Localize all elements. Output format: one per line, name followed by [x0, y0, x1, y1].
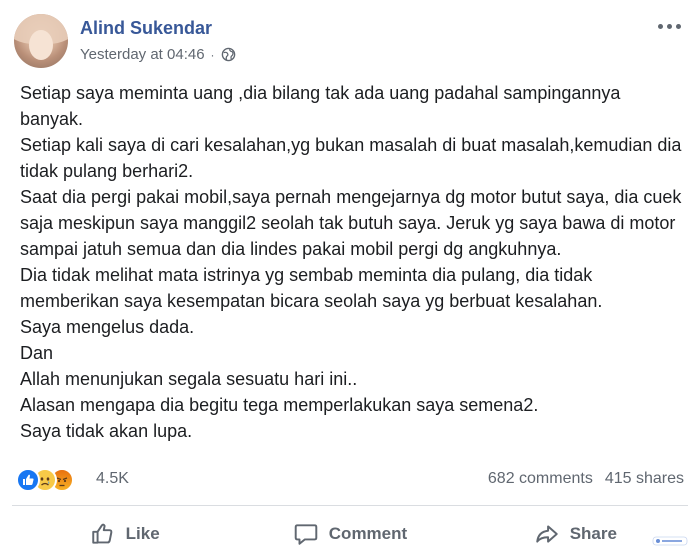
post-stats: 682 comments 415 shares [488, 470, 684, 488]
shares-count[interactable]: 415 shares [605, 470, 684, 488]
post-meta: Yesterday at 04:46 · [80, 46, 236, 63]
post-line: Allah menunjukan segala sesuatu hari ini… [20, 369, 358, 389]
post-line: Saya tidak akan lupa. [20, 421, 193, 441]
thumbs-up-icon [91, 523, 112, 544]
reaction-icons[interactable] [16, 468, 96, 492]
action-bar: Like Comment Share [12, 512, 688, 556]
post-line: Saat dia pergi pakai mobil,saya pernah m… [20, 187, 687, 259]
post-line: Alasan mengapa dia begitu tega memperlak… [20, 395, 539, 415]
comment-button[interactable]: Comment [237, 514, 462, 554]
share-label: Share [569, 524, 617, 543]
reaction-count[interactable]: 4.5K [96, 470, 129, 488]
avatar[interactable] [14, 14, 68, 68]
comment-label: Comment [328, 524, 408, 543]
post-line: Saya mengelus dada. [20, 317, 195, 337]
post-line: Dan [20, 343, 54, 363]
more-options-icon[interactable] [654, 16, 684, 36]
meta-separator: · [210, 47, 215, 62]
comments-count[interactable]: 682 comments [488, 470, 593, 488]
globe-icon[interactable] [221, 47, 236, 62]
post-header: Alind Sukendar Yesterday at 04:46 · [12, 12, 688, 72]
reaction-summary: 4.5K 682 comments 415 shares [12, 465, 688, 495]
divider [12, 505, 688, 506]
post-line: Dia tidak melihat mata istrinya yg semba… [20, 265, 603, 311]
post-timestamp[interactable]: Yesterday at 04:46 [80, 46, 205, 63]
like-button[interactable]: Like [12, 514, 237, 554]
like-reaction-icon [16, 468, 40, 492]
comment-icon [294, 524, 318, 545]
post-text: Setiap saya meminta uang ,dia bilang tak… [20, 80, 688, 444]
post-line: Setiap saya meminta uang ,dia bilang tak… [20, 83, 626, 129]
avatar-face [29, 30, 53, 60]
share-icon [535, 525, 558, 543]
post-line: Setiap kali saya di cari kesalahan,yg bu… [20, 135, 687, 181]
watermark-logo [652, 534, 688, 548]
author-name[interactable]: Alind Sukendar [80, 18, 212, 39]
like-label: Like [125, 524, 160, 543]
